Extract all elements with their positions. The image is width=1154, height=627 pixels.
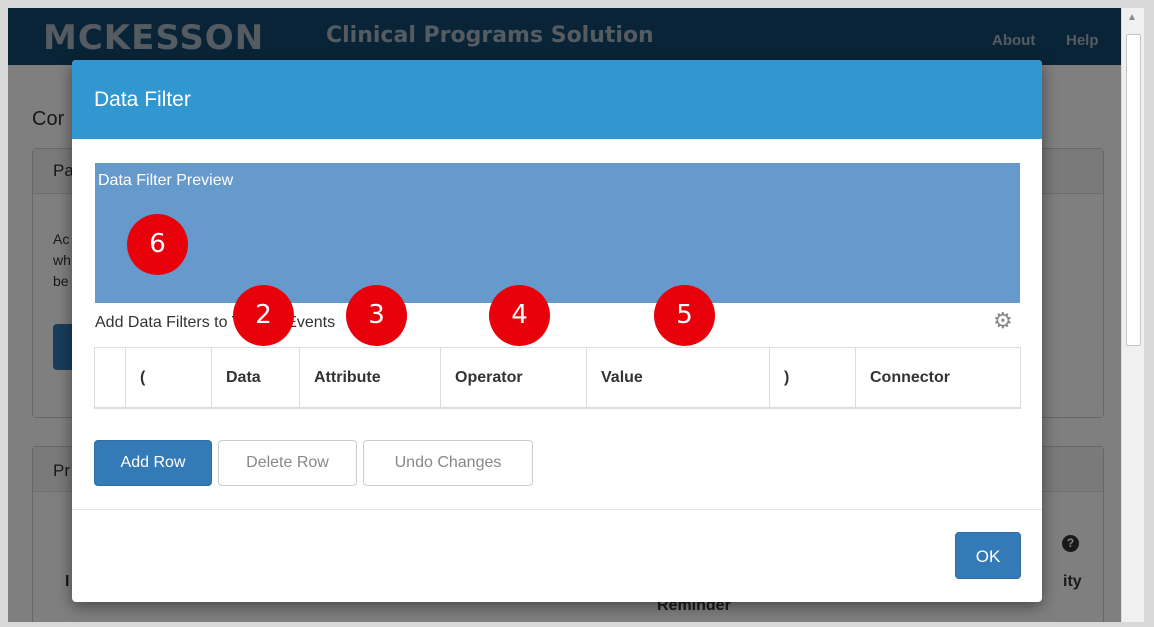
column-data: Data [211, 347, 300, 408]
column-close-paren: ) [769, 347, 856, 408]
callout-marker-3: 3 [346, 285, 407, 346]
undo-changes-button[interactable]: Undo Changes [363, 440, 533, 486]
modal-header: Data Filter [72, 60, 1042, 139]
modal-footer-divider [72, 509, 1042, 510]
data-filter-modal: Data Filter Data Filter Preview Add Data… [72, 60, 1042, 602]
scroll-up-arrow-icon[interactable]: ▲ [1127, 12, 1137, 23]
delete-row-button[interactable]: Delete Row [218, 440, 357, 486]
column-select [94, 347, 126, 408]
callout-marker-6: 6 [127, 214, 188, 275]
add-row-button[interactable]: Add Row [94, 440, 212, 486]
column-operator: Operator [440, 347, 587, 408]
column-open-paren: ( [125, 347, 212, 408]
callout-marker-2: 2 [233, 285, 294, 346]
preview-label: Data Filter Preview [98, 172, 234, 189]
callout-marker-5: 5 [654, 285, 715, 346]
callout-marker-4: 4 [489, 285, 550, 346]
ok-button[interactable]: OK [955, 532, 1021, 579]
column-connector: Connector [855, 347, 1021, 408]
scrollbar-thumb[interactable] [1126, 34, 1141, 346]
data-filter-preview: Data Filter Preview [95, 163, 1020, 303]
section-label: Add Data Filters to Trigger Events [95, 314, 336, 331]
table-header-row: ( Data Attribute Operator Value ) Connec… [94, 347, 1021, 408]
column-value: Value [586, 347, 770, 408]
modal-title: Data Filter [94, 88, 191, 111]
browser-viewport: MCKESSON Clinical Programs Solution Abou… [8, 8, 1144, 622]
column-attribute: Attribute [299, 347, 441, 408]
filter-table: ( Data Attribute Operator Value ) Connec… [94, 347, 1021, 409]
gear-icon[interactable]: ⚙ [993, 308, 1013, 334]
vertical-scrollbar[interactable]: ▲ [1121, 8, 1144, 622]
